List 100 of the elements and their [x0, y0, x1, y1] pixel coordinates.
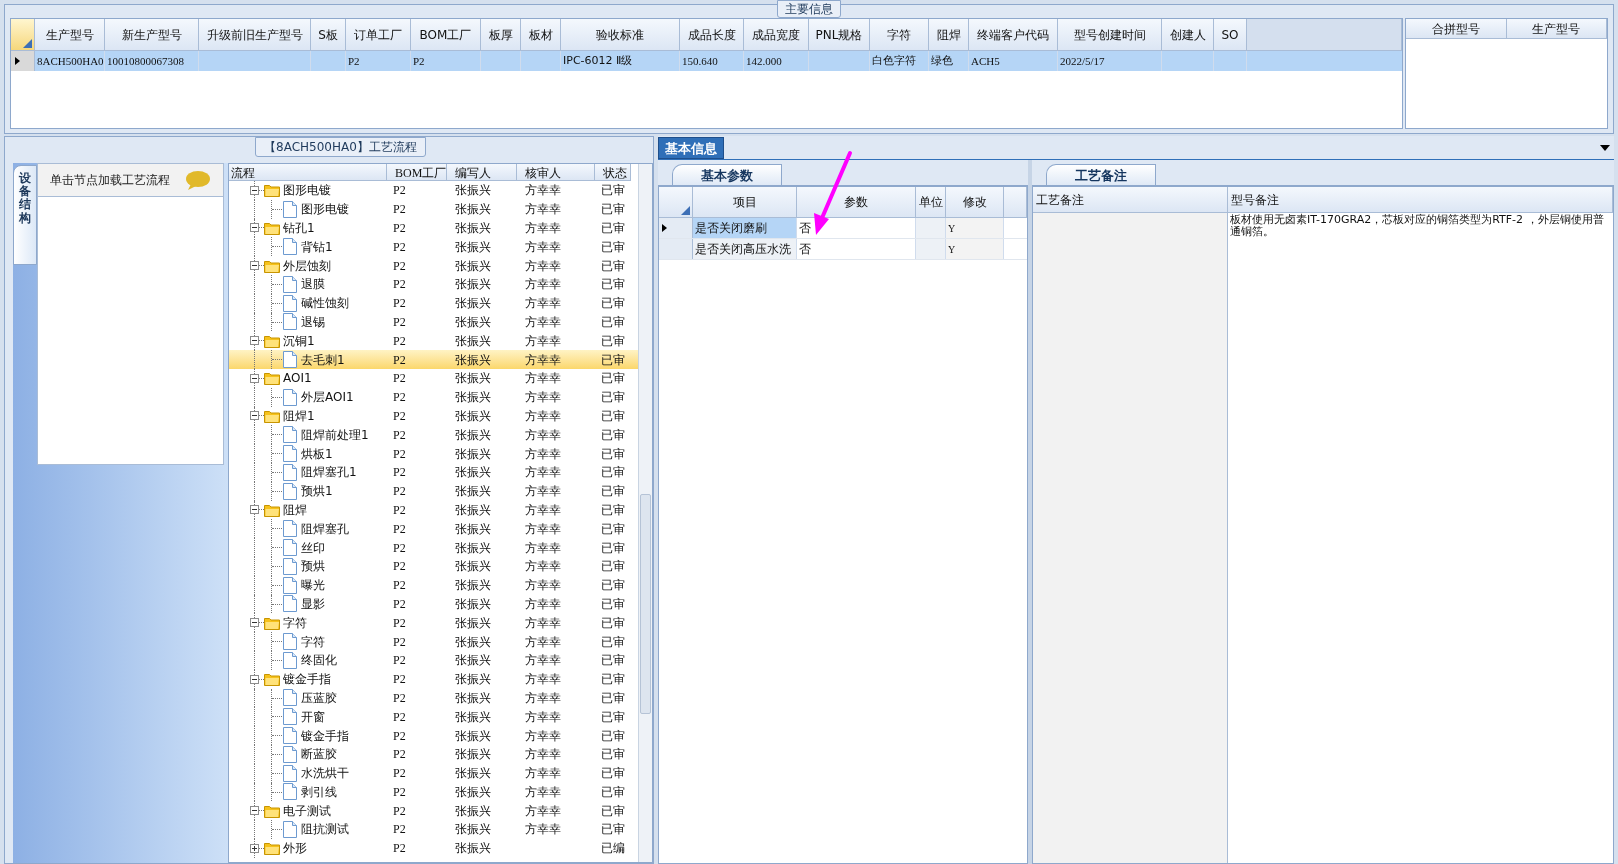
tree-row[interactable]: 镀金手指 P2 张振兴 方幸幸 已审 — [229, 669, 638, 689]
tree-cell-text: 已审 — [600, 332, 626, 350]
column-header[interactable]: 终端客户代码 — [969, 19, 1058, 51]
column-header[interactable]: BOM工厂 — [387, 164, 447, 181]
tree-row[interactable]: 图形电镀 P2 张振兴 方幸幸 已审 — [229, 181, 638, 200]
tree-row[interactable]: 字符 P2 张振兴 方幸幸 已审 — [229, 632, 638, 651]
tree-row[interactable]: 退膜 P2 张振兴 方幸幸 已审 — [229, 275, 638, 294]
column-header[interactable]: 生产型号 — [35, 19, 105, 51]
tree-cell-text: 方幸幸 — [524, 595, 562, 613]
column-header[interactable]: 核审人 — [517, 164, 595, 181]
table-row[interactable]: 是否关闭高压水洗 否 Y — [659, 239, 1027, 260]
tree-row[interactable]: 电子测试 P2 张振兴 方幸幸 已审 — [229, 801, 638, 821]
column-header[interactable]: 成品长度 — [680, 19, 744, 51]
tree-row[interactable]: 预烘1 P2 张振兴 方幸幸 已审 — [229, 481, 638, 501]
tree-node-label: 图形电镀 — [283, 182, 331, 200]
tree-row[interactable]: 开窗 P2 张振兴 方幸幸 已审 — [229, 707, 638, 727]
tree-node-label: 预烘1 — [301, 483, 333, 501]
tree-row[interactable]: 压蓝胶 P2 张振兴 方幸幸 已审 — [229, 688, 638, 708]
tree-row[interactable]: 终固化 P2 张振兴 方幸幸 已审 — [229, 650, 638, 670]
column-header[interactable]: 状态 — [595, 164, 631, 181]
column-header[interactable]: S板 — [311, 19, 346, 51]
column-header[interactable]: 订单工厂 — [346, 19, 411, 51]
tree-row[interactable]: 烘板1 P2 张振兴 方幸幸 已审 — [229, 444, 638, 463]
tree-row[interactable]: 外形 P2 张振兴 已编 — [229, 838, 638, 858]
column-header[interactable]: 单位 — [916, 187, 946, 218]
side-tab[interactable]: 设备结构 — [13, 165, 37, 265]
tree-node-label: 阻抗测试 — [301, 821, 349, 839]
tree-node-label: 阻焊塞孔1 — [301, 464, 357, 482]
tree-cell-text: 方幸幸 — [524, 483, 562, 501]
tree-row[interactable]: 断蓝胶 P2 张振兴 方幸幸 已审 — [229, 744, 638, 764]
tree-cell-text: 方幸幸 — [524, 276, 562, 294]
tree-row[interactable]: 外层蚀刻 P2 张振兴 方幸幸 已审 — [229, 256, 638, 275]
tree-row[interactable]: 剥引线 P2 张振兴 方幸幸 已审 — [229, 782, 638, 802]
tree-cell-text: P2 — [392, 652, 407, 670]
tree-row[interactable]: 水洗烘干 P2 张振兴 方幸幸 已审 — [229, 763, 638, 783]
column-header[interactable]: SO — [1214, 19, 1247, 51]
column-header[interactable]: 参数 — [797, 187, 916, 218]
column-header[interactable]: 生产型号 — [1506, 19, 1607, 39]
tree-row[interactable]: 去毛刺1 P2 张振兴 方幸幸 已审 — [229, 350, 638, 369]
dropdown-icon[interactable] — [1600, 145, 1610, 151]
tree-cell-text: P2 — [392, 276, 407, 294]
tree-row[interactable]: 沉铜1 P2 张振兴 方幸幸 已审 — [229, 331, 638, 351]
scrollbar[interactable] — [638, 164, 652, 862]
tree-row[interactable]: 阻抗测试 P2 张振兴 方幸幸 已审 — [229, 820, 638, 839]
tree-row[interactable]: 镀金手指 P2 张振兴 方幸幸 已审 — [229, 726, 638, 745]
tree-cell-text: 张振兴 — [454, 520, 492, 538]
column-header[interactable]: 型号创建时间 — [1058, 19, 1162, 51]
tree-row[interactable]: 钻孔1 P2 张振兴 方幸幸 已审 — [229, 218, 638, 238]
column-header[interactable]: 成品宽度 — [744, 19, 809, 51]
table-row[interactable]: 8ACH500HA0 10010800067308 P2 P2 IPC-6012 Ⅱ级 150.640 142.000 白色字符 绿色 ACH5 2022/5/17 — [11, 51, 1402, 71]
column-header[interactable]: 阻焊 — [929, 19, 969, 51]
tree-row[interactable]: 曝光 P2 张振兴 方幸幸 已审 — [229, 575, 638, 595]
column-header[interactable]: 新生产型号 — [105, 19, 199, 51]
column-header[interactable]: 修改 — [946, 187, 1004, 218]
select-all-icon[interactable] — [681, 206, 690, 215]
column-header[interactable]: 工艺备注 — [1033, 187, 1228, 213]
tab[interactable]: 工艺备注 — [1046, 164, 1156, 185]
tree-cell-text: P2 — [392, 257, 407, 275]
column-header[interactable]: 流程 — [229, 164, 387, 181]
column-header[interactable]: 升级前旧生产型号 — [199, 19, 311, 51]
tree-row[interactable]: 显影 P2 张振兴 方幸幸 已审 — [229, 594, 638, 614]
tree-cell-text: 已审 — [600, 821, 626, 839]
tree-row[interactable]: 退锡 P2 张振兴 方幸幸 已审 — [229, 312, 638, 332]
column-header[interactable]: 板厚 — [481, 19, 521, 51]
tree-row[interactable]: 阻焊塞孔1 P2 张振兴 方幸幸 已审 — [229, 462, 638, 482]
column-header[interactable]: 验收标准 — [561, 19, 680, 51]
column-header[interactable]: 编写人 — [447, 164, 517, 181]
column-header[interactable]: 板材 — [521, 19, 561, 51]
tree-cell-text: P2 — [392, 577, 407, 595]
row-header[interactable] — [659, 218, 693, 238]
corner-cell[interactable] — [11, 19, 35, 51]
tree-row[interactable]: 阻焊前处理1 P2 张振兴 方幸幸 已审 — [229, 425, 638, 445]
tree-cell-text: P2 — [392, 840, 407, 858]
table-row[interactable]: 是否关闭磨刷 否 Y — [659, 218, 1027, 239]
column-header[interactable]: BOM工厂 — [411, 19, 481, 51]
tree-row[interactable]: AOI1 P2 张振兴 方幸幸 已审 — [229, 368, 638, 388]
folder-icon — [264, 333, 280, 348]
column-header[interactable]: 合拼型号 — [1406, 19, 1507, 39]
column-header[interactable]: 型号备注 — [1228, 187, 1613, 213]
tree-row[interactable]: 背钻1 P2 张振兴 方幸幸 已审 — [229, 237, 638, 257]
column-header[interactable]: 创建人 — [1162, 19, 1214, 51]
tree-cell-text: P2 — [392, 238, 407, 256]
column-header[interactable]: PNL规格 — [809, 19, 870, 51]
tree-row[interactable]: 阻焊塞孔 P2 张振兴 方幸幸 已审 — [229, 519, 638, 539]
tab[interactable]: 基本参数 — [672, 164, 782, 185]
tree-row[interactable]: 字符 P2 张振兴 方幸幸 已审 — [229, 613, 638, 633]
tree-row[interactable]: 图形电镀 P2 张振兴 方幸幸 已审 — [229, 199, 638, 219]
tree-row[interactable]: 丝印 P2 张振兴 方幸幸 已审 — [229, 538, 638, 557]
column-header[interactable]: 字符 — [870, 19, 929, 51]
tree-row[interactable]: 碱性蚀刻 P2 张振兴 方幸幸 已审 — [229, 293, 638, 313]
tree-row[interactable]: 外层AOI1 P2 张振兴 方幸幸 已审 — [229, 387, 638, 407]
tree-row[interactable]: 预烘 P2 张振兴 方幸幸 已审 — [229, 556, 638, 576]
tree-row[interactable]: 阻焊1 P2 张振兴 方幸幸 已审 — [229, 406, 638, 426]
tree-row[interactable]: 阻焊 P2 张振兴 方幸幸 已审 — [229, 500, 638, 520]
model-note-field[interactable]: 板材使用无卤素IT-170GRA2，芯板对应的铜箔类型为RTF-2 ，外层铜使用普通铜箔。 — [1228, 213, 1613, 863]
tree-cell-text: 张振兴 — [454, 501, 492, 519]
tree-cell-text: 方幸幸 — [524, 652, 562, 670]
tab[interactable]: 基本信息 — [658, 137, 724, 159]
column-header[interactable]: 项目 — [693, 187, 797, 218]
tree-cell-text: 已审 — [600, 671, 626, 689]
